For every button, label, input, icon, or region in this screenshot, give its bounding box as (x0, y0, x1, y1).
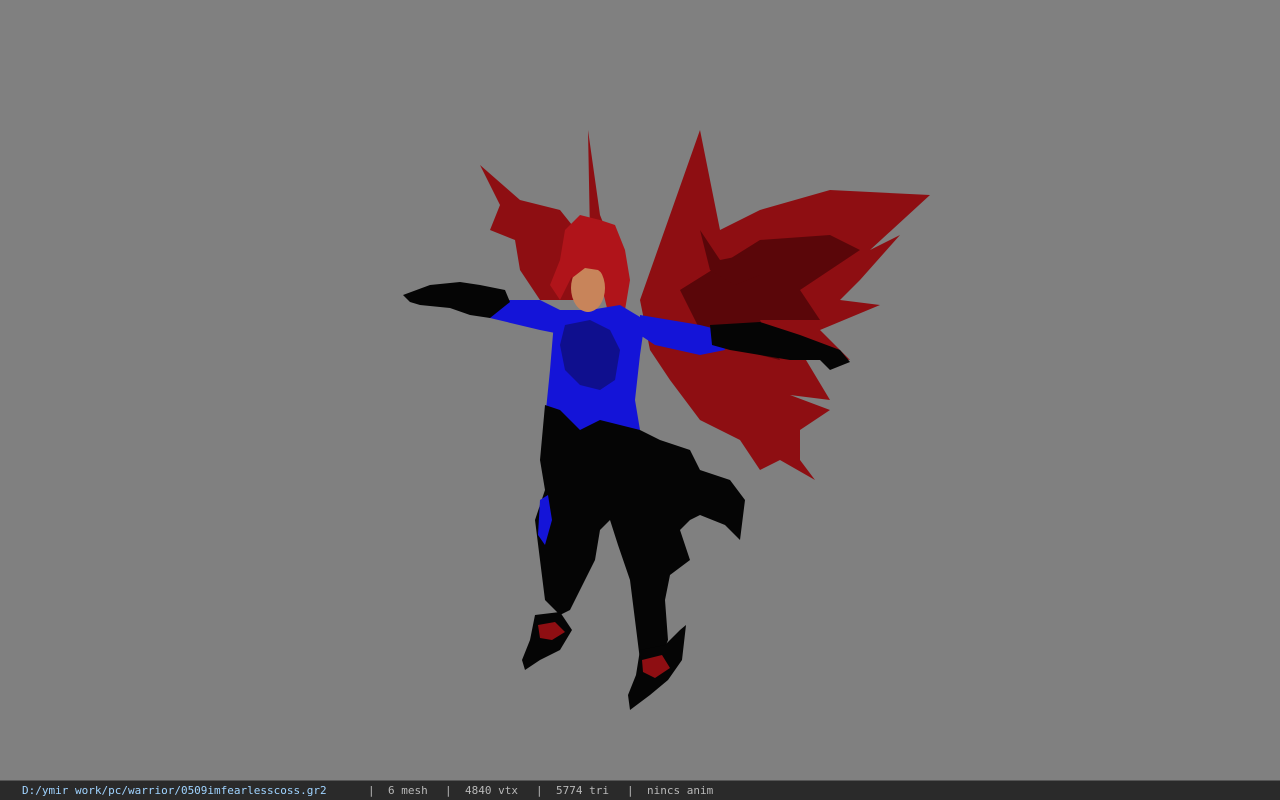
head-mesh (568, 258, 608, 312)
vertex-count-label: 4840 vtx (465, 784, 518, 797)
triangle-count-label: 5774 tri (556, 784, 609, 797)
3d-viewport[interactable] (0, 0, 1280, 780)
mesh-count-label: 6 mesh (388, 784, 428, 797)
status-bar: D:/ymir work/pc/warrior/0509imfearlessco… (0, 780, 1280, 800)
separator: | (368, 784, 375, 797)
separator: | (445, 784, 452, 797)
file-path-label: D:/ymir work/pc/warrior/0509imfearlessco… (22, 784, 327, 797)
separator: | (627, 784, 634, 797)
animation-status-label: nincs anim (647, 784, 714, 797)
separator: | (536, 784, 543, 797)
left-boot-mesh (522, 612, 572, 670)
character-model (403, 130, 930, 710)
